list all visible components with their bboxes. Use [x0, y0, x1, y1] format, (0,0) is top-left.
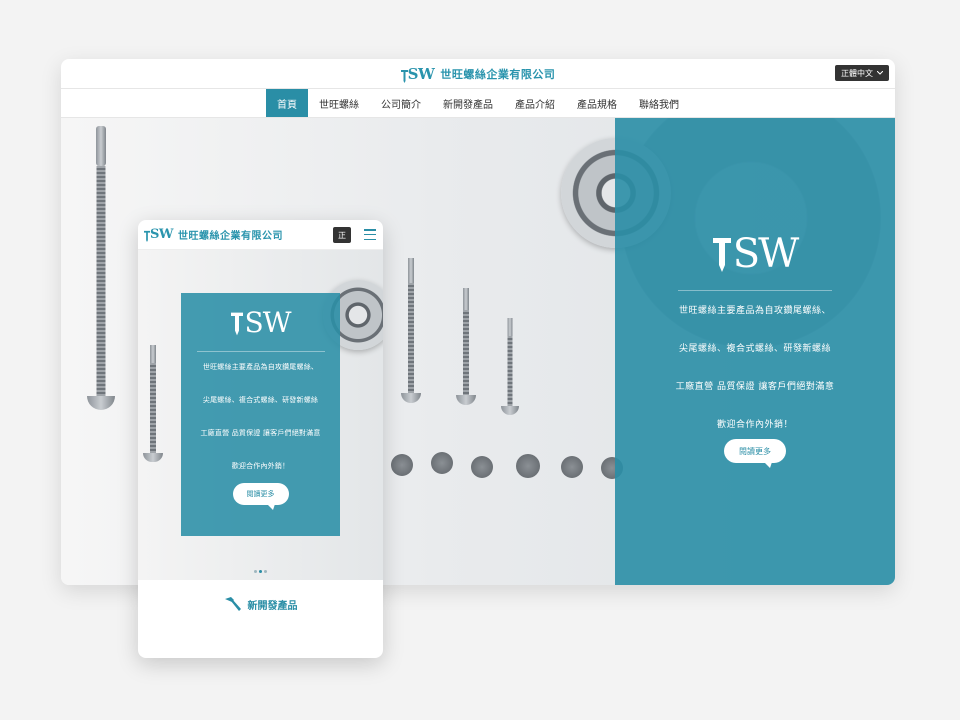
hero-info-panel: SW 世旺螺絲主要產品為自攻鑽尾螺絲、 尖尾螺絲、複合式螺絲、研發新螺絲 工廠直… [615, 118, 895, 585]
carousel-dot[interactable] [264, 570, 267, 573]
hamburger-menu-icon[interactable] [364, 229, 376, 240]
main-nav: 首頁 世旺螺絲 公司簡介 新開發產品 產品介紹 產品規格 聯絡我們 [61, 89, 895, 118]
hero-line: 世旺螺絲主要產品為自攻鑽尾螺絲、 [678, 306, 831, 316]
nav-item-products[interactable]: 產品介紹 [504, 89, 566, 117]
mobile-brand[interactable]: SW 世旺螺絲企業有限公司 [144, 227, 283, 242]
language-selector[interactable]: 正 [333, 227, 351, 243]
language-selected: 正體中文 [841, 68, 873, 78]
hero-logo: SW [712, 231, 800, 277]
carousel-dot-active[interactable] [259, 570, 262, 573]
hammer-icon [224, 597, 241, 611]
hero-divider [678, 290, 832, 291]
hero-line: 世旺螺絲主要產品為自攻鑽尾螺絲、 [202, 363, 319, 371]
chevron-down-icon [877, 71, 883, 75]
mobile-mockup: SW 世旺螺絲企業有限公司 正 SW 世旺螺絲主要產品為自攻鑽尾螺絲、 尖尾螺絲… [138, 220, 383, 658]
mobile-header: SW 世旺螺絲企業有限公司 正 [138, 220, 383, 250]
read-more-button[interactable]: 閱讀更多 [724, 439, 786, 468]
screw-image [401, 258, 421, 408]
brand-logo-text: SW [407, 64, 435, 83]
brand-logo: SW [144, 227, 174, 242]
screw-image [501, 318, 519, 418]
desktop-header: SW 世旺螺絲企業有限公司 正體中文 [61, 59, 895, 89]
nav-item-home[interactable]: 首頁 [266, 89, 308, 117]
hero-logo: SW [230, 306, 292, 339]
carousel-dots [138, 570, 383, 573]
company-name: 世旺螺絲企業有限公司 [178, 231, 283, 242]
hero-divider [196, 351, 325, 352]
desktop-brand[interactable]: SW 世旺螺絲企業有限公司 [400, 64, 556, 83]
new-products-heading: 新開發產品 [138, 596, 383, 612]
hero-line: 歡迎合作內外銷！ [716, 420, 793, 430]
nav-item-new-products[interactable]: 新開發產品 [432, 89, 504, 117]
nav-item-specs[interactable]: 產品規格 [566, 89, 628, 117]
hero-line: 工廠直營 品質保證 讓客戶們絕對滿意 [675, 382, 835, 392]
screw-image [142, 345, 164, 465]
mobile-hero-info-panel: SW 世旺螺絲主要產品為自攻鑽尾螺絲、 尖尾螺絲、複合式螺絲、研發新螺絲 工廠直… [181, 293, 340, 536]
nav-item-contact[interactable]: 聯絡我們 [628, 89, 690, 117]
brand-logo: SW [400, 64, 435, 83]
mobile-hero-banner: SW 世旺螺絲主要產品為自攻鑽尾螺絲、 尖尾螺絲、複合式螺絲、研發新螺絲 工廠直… [138, 250, 383, 580]
brand-logo-text: SW [150, 227, 174, 242]
hero-logo-text: SW [244, 306, 292, 339]
screw-image [86, 126, 116, 446]
language-selector[interactable]: 正體中文 [835, 65, 889, 81]
screw-logo-icon [712, 238, 731, 272]
carousel-dot[interactable] [254, 570, 257, 573]
nav-item-sw-screws[interactable]: 世旺螺絲 [308, 89, 370, 117]
screw-image [456, 288, 476, 408]
read-more-button[interactable]: 閱讀更多 [232, 483, 289, 510]
company-name: 世旺螺絲企業有限公司 [440, 67, 556, 81]
screw-row-image [391, 448, 641, 479]
screw-logo-icon [400, 69, 408, 83]
hero-line: 工廠直營 品質保證 讓客戶們絕對滿意 [200, 429, 321, 437]
hero-logo-text: SW [732, 231, 800, 277]
hero-line: 尖尾螺絲、複合式螺絲、研發新螺絲 [678, 344, 831, 354]
nav-item-about[interactable]: 公司簡介 [370, 89, 432, 117]
hero-line: 歡迎合作內外銷！ [231, 462, 290, 470]
screw-logo-icon [230, 312, 243, 336]
section-title: 新開發產品 [247, 600, 298, 612]
hero-line: 尖尾螺絲、複合式螺絲、研發新螺絲 [202, 396, 319, 404]
